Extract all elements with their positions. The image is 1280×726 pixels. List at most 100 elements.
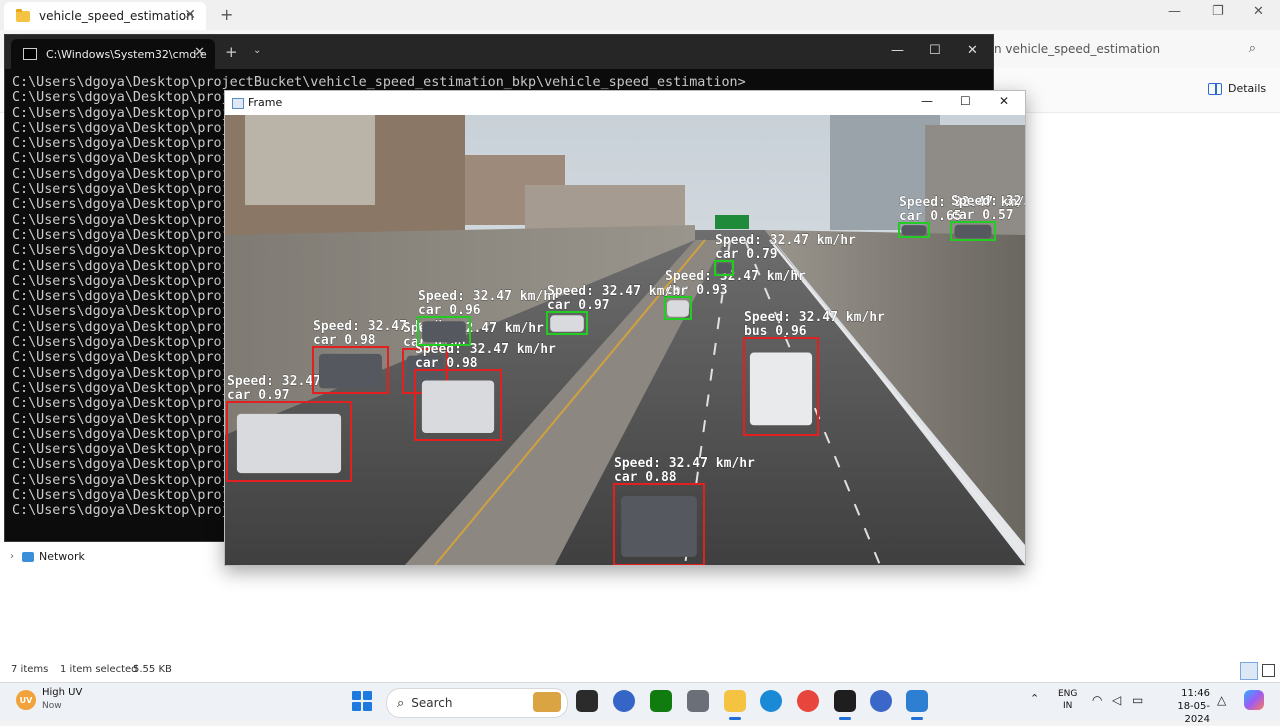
frame-title: Frame [248, 96, 283, 109]
vehicle [422, 321, 466, 343]
details-view-icon[interactable] [1240, 662, 1258, 680]
folder-icon [16, 8, 30, 22]
clock-date: 18-05-2024 [1177, 701, 1210, 725]
building-mid [525, 185, 685, 230]
class-label: car 0.98 [415, 356, 478, 371]
chevron-up-icon[interactable]: ⌃ [1030, 692, 1039, 705]
class-label: car 0.98 [313, 333, 376, 348]
explorer-tab-title: vehicle_speed_estimation [39, 9, 194, 23]
maximize-button[interactable]: ❐ [1212, 4, 1224, 19]
status-bar: 7 items 1 item selected 5.55 KB [0, 660, 1280, 682]
video-frame: Speed: 32.47 km/hr car 0.97 Speed: 32.47 k… [225, 115, 1025, 565]
search-icon: ⌕ [397, 695, 405, 711]
nav-item-label: Network [39, 550, 85, 563]
terminal-icon[interactable] [834, 690, 856, 712]
explorer-tab[interactable]: vehicle_speed_estimation ✕ [4, 2, 206, 30]
new-tab-button[interactable]: + [225, 43, 238, 61]
windows-logo-icon [352, 691, 361, 700]
address-text: n vehicle_speed_estimation [994, 42, 1161, 56]
vehicle [954, 224, 992, 239]
class-label: bus 0.96 [744, 324, 807, 339]
tiles-view-icon[interactable] [1262, 664, 1275, 677]
lang-bottom: IN [1063, 701, 1073, 711]
minimize-button[interactable]: — [891, 43, 904, 58]
camera-icon[interactable] [687, 690, 709, 712]
weather-icon[interactable]: UV [16, 690, 36, 710]
class-label: car 0.97 [227, 388, 290, 403]
frame-window: Frame — ☐ ✕ Speed: 32.47 km/hr car 0.97 … [224, 90, 1026, 566]
language-indicator[interactable]: ENG IN [1058, 688, 1077, 712]
vehicle [901, 225, 927, 236]
weather-title[interactable]: High UV [42, 687, 82, 698]
close-tab-icon[interactable]: ✕ [194, 45, 205, 60]
frame-titlebar: Frame — ☐ ✕ [225, 91, 1025, 115]
chevron-right-icon[interactable]: › [10, 551, 14, 562]
speed-label: Speed: 32.47 km/hr [744, 310, 885, 325]
taskview-icon[interactable] [576, 690, 598, 712]
edge-icon[interactable] [760, 690, 782, 712]
vehicle [319, 353, 382, 389]
vehicle [421, 380, 495, 433]
close-button[interactable]: ✕ [967, 43, 978, 58]
battery-icon[interactable]: ▭ [1132, 693, 1143, 707]
explorer-tab-bar: vehicle_speed_estimation ✕ + — ❐ ✕ [0, 0, 1280, 30]
frame-app-icon [232, 98, 244, 109]
minimize-button[interactable]: — [921, 94, 933, 108]
taskbar: UV High UV Now ⌕ Search ⌃ ENG IN ◠ ◁ ▭ 1… [0, 682, 1280, 725]
cmd-tab[interactable]: C:\Windows\System32\cmd.e ✕ [11, 39, 215, 69]
class-label: car 0.96 [418, 303, 481, 318]
clock-time: 11:46 [1181, 688, 1210, 699]
lang-top: ENG [1058, 689, 1078, 699]
details-button[interactable]: Details [1208, 82, 1266, 95]
new-tab-button[interactable]: + [220, 5, 233, 24]
close-tab-icon[interactable]: ✕ [184, 7, 196, 23]
chevron-down-icon[interactable]: ⌄ [253, 45, 261, 56]
speed-label: Speed: 32.47 km/hr [614, 456, 755, 471]
class-label: car 0.57 [951, 208, 1014, 223]
python-app-icon[interactable] [906, 690, 928, 712]
volume-icon[interactable]: ◁ [1112, 693, 1121, 707]
status-size: 5.55 KB [133, 664, 172, 675]
highway-scene: Speed: 32.47 km/hrcar 0.97Speed: 32.47 k… [225, 115, 1025, 565]
class-label: car 0.97 [547, 298, 610, 313]
notification-bell-icon[interactable]: △ [1217, 693, 1226, 707]
speed-label: Speed: 32.47 km/hr [418, 289, 559, 304]
copilot-icon[interactable] [1244, 690, 1264, 710]
cmd-tab-title: C:\Windows\System32\cmd.e [46, 47, 207, 61]
speed-label: Speed: 32.47 km/hr [665, 269, 806, 284]
search-highlight-icon [533, 692, 561, 712]
file-explorer-icon[interactable] [724, 690, 746, 712]
close-button[interactable]: ✕ [999, 94, 1009, 108]
wifi-icon[interactable]: ◠ [1092, 693, 1102, 707]
close-button[interactable]: ✕ [1253, 4, 1264, 19]
app-icon[interactable] [870, 690, 892, 712]
class-label: car 0.79 [715, 247, 778, 262]
settings-icon[interactable] [613, 690, 635, 712]
vehicle [550, 315, 584, 332]
network-icon [22, 551, 34, 562]
status-item-count: 7 items [11, 664, 49, 675]
weather-subtitle: Now [42, 701, 62, 711]
minimize-button[interactable]: — [1168, 4, 1181, 19]
vehicle [236, 413, 342, 474]
vehicle [667, 300, 689, 317]
maximize-button[interactable]: ☐ [929, 43, 941, 58]
nav-item-network[interactable]: › Network [10, 550, 85, 563]
vehicle [621, 496, 697, 557]
details-pane-icon [1208, 82, 1222, 95]
search-icon[interactable]: ⌕ [1249, 41, 1256, 56]
maximize-button[interactable]: ☐ [960, 94, 971, 108]
address-bar[interactable]: n vehicle_speed_estimation ⌕ [980, 36, 1270, 62]
terminal-icon [23, 48, 37, 60]
details-label: Details [1228, 82, 1267, 95]
cmd-titlebar: C:\Windows\System32\cmd.e ✕ + ⌄ — ☐ ✕ [5, 35, 993, 69]
highway-sign [715, 215, 749, 229]
speed-label: Speed: 32.47 km/hr [951, 194, 1025, 209]
xbox-icon[interactable] [650, 690, 672, 712]
taskbar-search[interactable]: ⌕ Search [386, 688, 568, 718]
start-button[interactable] [352, 691, 372, 711]
vehicle [749, 352, 813, 426]
search-label: Search [411, 696, 453, 710]
chrome-icon[interactable] [797, 690, 819, 712]
clock[interactable]: 11:46 18-05-2024 [1160, 687, 1210, 726]
